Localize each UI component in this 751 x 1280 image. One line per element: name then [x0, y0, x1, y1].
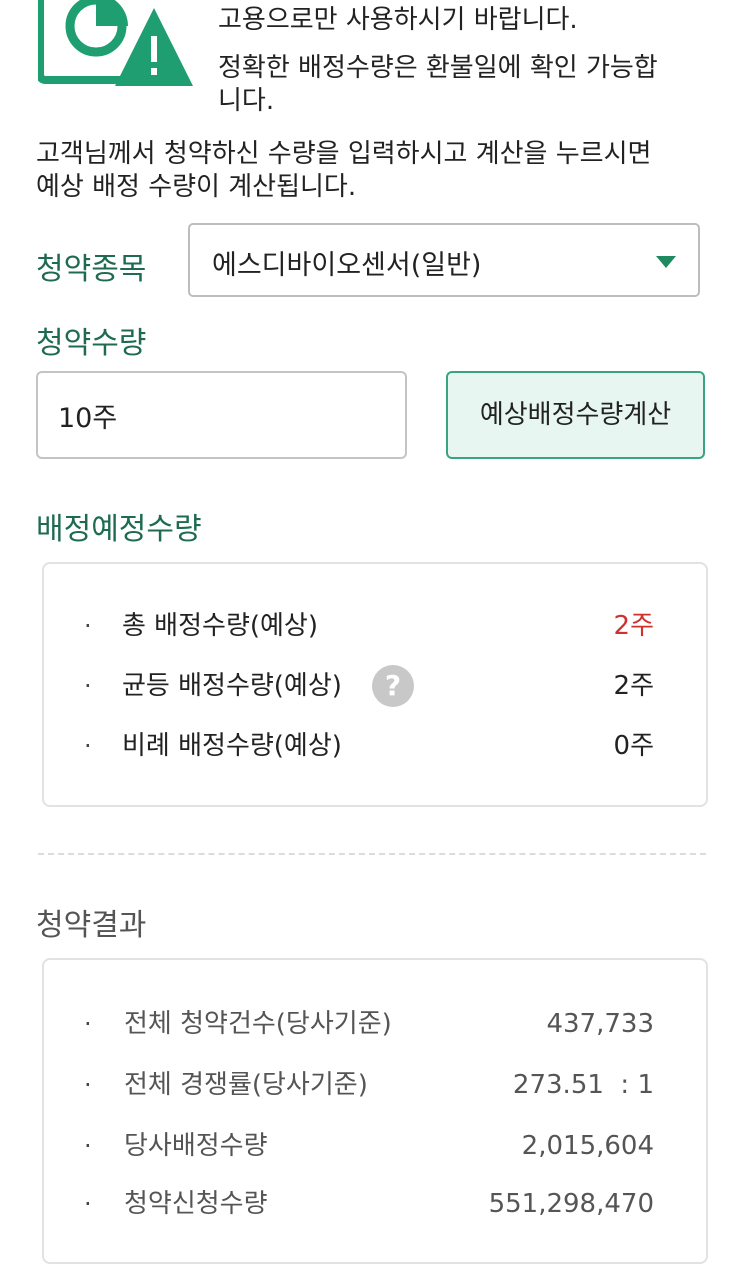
- result-row: · 전체 청약건수(당사기준) 437,733: [44, 1004, 706, 1044]
- result-row: · 청약신청수량 551,298,470: [44, 1184, 706, 1224]
- allocation-box: · 총 배정수량(예상) 2주 · 균등 배정수량(예상) ? 2주 · 비례 …: [42, 562, 708, 807]
- dropdown-arrow-icon: [656, 256, 676, 268]
- row-label: 비례 배정수량(예상): [122, 731, 342, 761]
- row-label: 총 배정수량(예상): [122, 611, 318, 641]
- intro-line: 고객님께서 청약하신 수량을 입력하시고 계산을 누르시면: [36, 139, 652, 169]
- row-value: 273.51 : 1: [512, 1070, 654, 1100]
- bullet: ·: [84, 1071, 92, 1099]
- row-label: 전체 청약건수(당사기준): [124, 1009, 392, 1039]
- row-value: 2주: [613, 671, 654, 701]
- row-value: 437,733: [546, 1009, 654, 1039]
- bullet: ·: [84, 612, 92, 640]
- result-box: · 전체 청약건수(당사기준) 437,733 · 전체 경쟁률(당사기준) 2…: [42, 958, 708, 1264]
- row-label: 당사배정수량: [124, 1131, 268, 1161]
- bullet: ·: [84, 1132, 92, 1160]
- result-row: · 전체 경쟁률(당사기준) 273.51 : 1: [44, 1065, 706, 1105]
- row-value: 2주: [613, 611, 654, 641]
- help-icon[interactable]: ?: [372, 665, 414, 707]
- stock-label: 청약종목: [36, 252, 147, 287]
- notice-line: 고용으로만 사용하시기 바랍니다.: [218, 5, 578, 35]
- intro-text: 고객님께서 청약하신 수량을 입력하시고 계산을 누르시면 예상 배정 수량이 …: [36, 138, 716, 204]
- bullet: ·: [84, 732, 92, 760]
- row-value: 0주: [613, 731, 654, 761]
- allocation-row-equal: · 균등 배정수량(예상) ? 2주: [44, 665, 706, 707]
- stock-select[interactable]: 에스디바이오센서(일반): [188, 223, 700, 297]
- intro-line: 예상 배정 수량이 계산됩니다.: [36, 172, 357, 202]
- row-label: 청약신청수량: [124, 1189, 268, 1219]
- row-value: 551,298,470: [488, 1189, 654, 1219]
- allocation-row-total: · 총 배정수량(예상) 2주: [44, 606, 706, 646]
- bullet: ·: [84, 672, 92, 700]
- notice-line: 정확한 배정수량은 환불일에 확인 가능합: [218, 53, 658, 83]
- calculate-button[interactable]: 예상배정수량계산: [446, 371, 705, 459]
- allocation-row-proportional: · 비례 배정수량(예상) 0주: [44, 726, 706, 766]
- result-row: · 당사배정수량 2,015,604: [44, 1126, 706, 1166]
- bullet: ·: [84, 1190, 92, 1218]
- chart-warning-icon: [36, 0, 198, 90]
- notice-text: 고용으로만 사용하시기 바랍니다. 정확한 배정수량은 환불일에 확인 가능합 …: [218, 4, 718, 118]
- stock-selected-value: 에스디바이오센서(일반): [212, 250, 482, 281]
- allocation-title: 배정예정수량: [36, 512, 202, 547]
- notice-line: 니다.: [218, 86, 275, 116]
- result-title: 청약결과: [36, 908, 147, 943]
- section-divider: [38, 853, 706, 855]
- row-value: 2,015,604: [521, 1131, 654, 1161]
- row-label: 균등 배정수량(예상): [122, 671, 342, 701]
- bullet: ·: [84, 1010, 92, 1038]
- row-label: 전체 경쟁률(당사기준): [124, 1070, 368, 1100]
- quantity-input[interactable]: [36, 371, 407, 459]
- quantity-label: 청약수량: [36, 326, 147, 361]
